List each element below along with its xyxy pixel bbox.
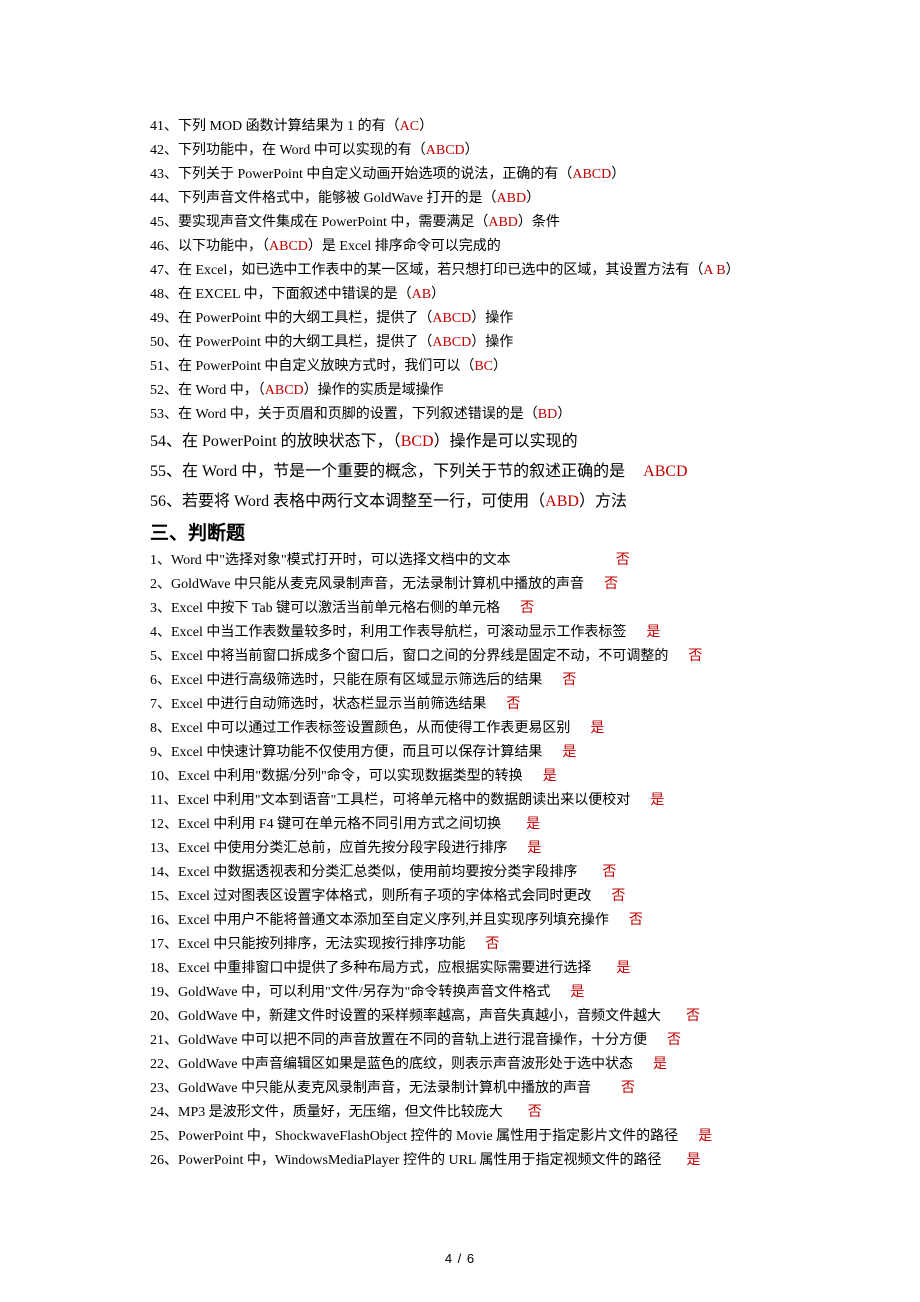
answer: AC (400, 119, 419, 134)
question-line: 46、以下功能中，（ABCD）是 Excel 排序命令可以完成的 (150, 235, 785, 259)
true-false-line: 11、Excel 中利用"文本到语音"工具栏，可将单元格中的数据朗读出来以便校对… (150, 789, 785, 813)
answer: ABCD (426, 143, 465, 158)
true-false-line: 17、Excel 中只能按列排序，无法实现按行排序功能否 (150, 933, 785, 957)
true-false-line: 18、Excel 中重排窗口中提供了多种布局方式，应根据实际需要进行选择是 (150, 957, 785, 981)
true-false-list: 1、Word 中"选择对象"模式打开时，可以选择文档中的文本否2、GoldWav… (150, 549, 785, 1173)
true-false-line: 23、GoldWave 中只能从麦克风录制声音，无法录制计算机中播放的声音否 (150, 1077, 785, 1101)
true-false-line: 15、Excel 过对图表区设置字体格式，则所有子项的字体格式会同时更改否 (150, 885, 785, 909)
answer: ABD (497, 191, 527, 206)
document-page: 41、下列 MOD 函数计算结果为 1 的有（AC）42、下列功能中，在 Wor… (0, 0, 920, 1302)
answer: ABCD (265, 383, 304, 398)
true-false-line: 14、Excel 中数据透视表和分类汇总类似，使用前均要按分类字段排序否 (150, 861, 785, 885)
answer: 是 (570, 985, 584, 1000)
true-false-line: 4、Excel 中当工作表数量较多时，利用工作表导航栏，可滚动显示工作表标签是 (150, 621, 785, 645)
answer: ABCD (432, 335, 471, 350)
question-line: 51、在 PowerPoint 中自定义放映方式时，我们可以（BC） (150, 355, 785, 379)
question-line: 52、在 Word 中，（ABCD）操作的实质是域操作 (150, 379, 785, 403)
answer: 是 (698, 1129, 712, 1144)
answer: ABCD (572, 167, 611, 182)
section-3-title: 三、判断题 (150, 519, 785, 549)
answer: 否 (688, 649, 702, 664)
true-false-line: 22、GoldWave 中声音编辑区如果是蓝色的底纹，则表示声音波形处于选中状态… (150, 1053, 785, 1077)
question-line: 47、在 Excel，如已选中工作表中的某一区域，若只想打印已选中的区域，其设置… (150, 259, 785, 283)
true-false-line: 13、Excel 中使用分类汇总前，应首先按分段字段进行排序是 (150, 837, 785, 861)
answer: ABCD (432, 311, 471, 326)
answer: BCD (401, 433, 434, 450)
answer: 是 (543, 769, 557, 784)
answer: 否 (520, 601, 534, 616)
answer: ABCD (269, 239, 308, 254)
question-line: 50、在 PowerPoint 中的大纲工具栏，提供了（ABCD）操作 (150, 331, 785, 355)
true-false-line: 7、Excel 中进行自动筛选时，状态栏显示当前筛选结果否 (150, 693, 785, 717)
answer: BC (474, 359, 493, 374)
answer: 是 (526, 817, 540, 832)
true-false-line: 21、GoldWave 中可以把不同的声音放置在不同的音轨上进行混音操作，十分方… (150, 1029, 785, 1053)
answer: 否 (667, 1033, 681, 1048)
true-false-line: 10、Excel 中利用"数据/分列"命令，可以实现数据类型的转换是 (150, 765, 785, 789)
answer: BD (538, 407, 557, 422)
true-false-line: 26、PowerPoint 中，WindowsMediaPlayer 控件的 U… (150, 1149, 785, 1173)
answer: AB (412, 287, 431, 302)
question-line: 42、下列功能中，在 Word 中可以实现的有（ABCD） (150, 139, 785, 163)
true-false-line: 24、MP3 是波形文件，质量好，无压缩，但文件比较庞大否 (150, 1101, 785, 1125)
true-false-line: 20、GoldWave 中，新建文件时设置的采样频率越高，声音失真越小，音频文件… (150, 1005, 785, 1029)
answer: ABCD (643, 463, 687, 480)
true-false-line: 9、Excel 中快速计算功能不仅使用方便，而且可以保存计算结果是 (150, 741, 785, 765)
true-false-line: 16、Excel 中用户不能将普通文本添加至自定义序列,并且实现序列填充操作否 (150, 909, 785, 933)
answer: 是 (646, 625, 660, 640)
question-line: 53、在 Word 中，关于页眉和页脚的设置，下列叙述错误的是（BD） (150, 403, 785, 427)
answer: 否 (616, 553, 630, 568)
answer: A B (703, 263, 725, 278)
question-line: 56、若要将 Word 表格中两行文本调整至一行，可使用（ABD）方法 (150, 487, 785, 517)
answer: 是 (590, 721, 604, 736)
answer: 是 (616, 961, 630, 976)
answer: 否 (686, 1009, 700, 1024)
answer: 是 (653, 1057, 667, 1072)
true-false-line: 3、Excel 中按下 Tab 键可以激活当前单元格右侧的单元格否 (150, 597, 785, 621)
true-false-line: 8、Excel 中可以通过工作表标签设置颜色，从而使得工作表更易区别是 (150, 717, 785, 741)
answer: 否 (485, 937, 499, 952)
question-line: 48、在 EXCEL 中，下面叙述中错误的是（AB） (150, 283, 785, 307)
question-line: 45、要实现声音文件集成在 PowerPoint 中，需要满足（ABD）条件 (150, 211, 785, 235)
question-line: 41、下列 MOD 函数计算结果为 1 的有（AC） (150, 115, 785, 139)
answer: 否 (562, 673, 576, 688)
answer: 是 (650, 793, 664, 808)
question-line: 54、在 PowerPoint 的放映状态下，（BCD）操作是可以实现的 (150, 427, 785, 457)
true-false-line: 25、PowerPoint 中，ShockwaveFlashObject 控件的… (150, 1125, 785, 1149)
answer: 否 (604, 577, 618, 592)
answer: 是 (562, 745, 576, 760)
true-false-line: 2、GoldWave 中只能从麦克风录制声音，无法录制计算机中播放的声音否 (150, 573, 785, 597)
true-false-line: 6、Excel 中进行高级筛选时，只能在原有区域显示筛选后的结果否 (150, 669, 785, 693)
answer: 否 (629, 913, 643, 928)
true-false-line: 5、Excel 中将当前窗口拆成多个窗口后，窗口之间的分界线是固定不动，不可调整… (150, 645, 785, 669)
page-footer: 4 / 6 (0, 1251, 920, 1266)
answer: 否 (506, 697, 520, 712)
true-false-line: 1、Word 中"选择对象"模式打开时，可以选择文档中的文本否 (150, 549, 785, 573)
true-false-line: 12、Excel 中利用 F4 键可在单元格不同引用方式之间切换是 (150, 813, 785, 837)
answer: 否 (528, 1105, 542, 1120)
answer: 否 (621, 1081, 635, 1096)
question-line: 55、在 Word 中，节是一个重要的概念，下列关于节的叙述正确的是ABCD (150, 457, 785, 487)
answer: ABD (488, 215, 518, 230)
true-false-line: 19、GoldWave 中，可以利用"文件/另存为"命令转换声音文件格式是 (150, 981, 785, 1005)
answer: 否 (602, 865, 616, 880)
question-line: 49、在 PowerPoint 中的大纲工具栏，提供了（ABCD）操作 (150, 307, 785, 331)
multi-choice-list-big: 54、在 PowerPoint 的放映状态下，（BCD）操作是可以实现的55、在… (150, 427, 785, 517)
answer: ABD (545, 493, 579, 510)
multi-choice-list: 41、下列 MOD 函数计算结果为 1 的有（AC）42、下列功能中，在 Wor… (150, 115, 785, 427)
answer: 是 (686, 1153, 700, 1168)
answer: 否 (611, 889, 625, 904)
answer: 是 (527, 841, 541, 856)
question-line: 44、下列声音文件格式中，能够被 GoldWave 打开的是（ABD） (150, 187, 785, 211)
question-line: 43、下列关于 PowerPoint 中自定义动画开始选项的说法，正确的有（AB… (150, 163, 785, 187)
